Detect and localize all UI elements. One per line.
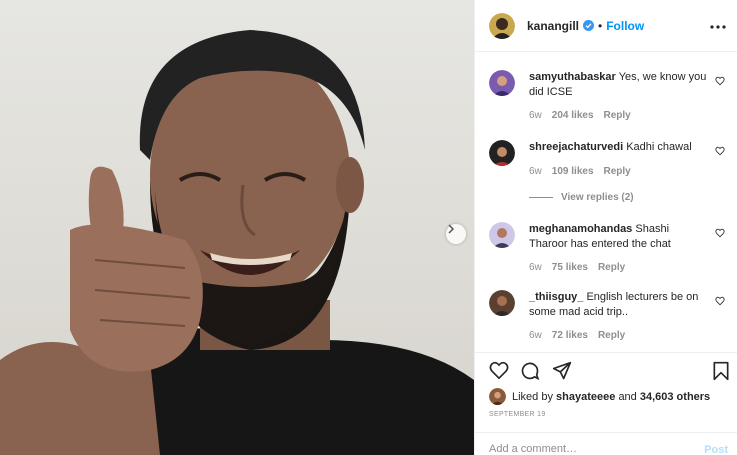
post-details-panel: kanangill • Follow samyuthabaskar Yes, w… — [474, 0, 737, 455]
view-replies-label: View replies (2) — [561, 192, 634, 203]
post-actions-bar — [475, 352, 737, 388]
comment-likes[interactable]: 72 likes — [552, 330, 588, 341]
comment-username[interactable]: shreejachaturvedi — [529, 141, 623, 153]
reply-button[interactable]: Reply — [598, 330, 625, 341]
commenter-avatar[interactable] — [489, 140, 515, 166]
comments-list: samyuthabaskar Yes, we know you did ICSE… — [475, 52, 737, 352]
replies-divider — [529, 197, 553, 198]
author-avatar[interactable] — [489, 12, 515, 39]
post-comment-button[interactable]: Post — [704, 444, 728, 455]
comment-icon[interactable] — [520, 361, 540, 386]
like-comment-heart-icon[interactable] — [715, 73, 725, 91]
follow-button[interactable]: Follow — [606, 19, 644, 33]
comment-text: samyuthabaskar Yes, we know you did ICSE — [529, 70, 709, 100]
commenter-avatar[interactable] — [489, 222, 515, 248]
commenter-avatar[interactable] — [489, 290, 515, 316]
post-header: kanangill • Follow — [475, 0, 737, 52]
comment-text: meghanamohandas Shashi Tharoor has enter… — [529, 222, 709, 252]
like-comment-heart-icon[interactable] — [715, 293, 725, 311]
add-comment-bar: Post — [475, 432, 737, 455]
next-photo-button[interactable] — [446, 224, 466, 244]
reply-button[interactable]: Reply — [604, 166, 631, 177]
comment-time[interactable]: 6w — [529, 110, 542, 121]
post-image — [0, 30, 474, 455]
bookmark-icon[interactable] — [712, 361, 730, 386]
comment-time[interactable]: 6w — [529, 166, 542, 177]
chevron-right-icon — [448, 224, 455, 234]
comment-meta: 6w 204 likes Reply — [529, 110, 641, 121]
heart-icon[interactable] — [489, 361, 509, 384]
author-username[interactable]: kanangill — [527, 19, 579, 33]
commenter-avatar[interactable] — [489, 70, 515, 96]
comment-text: _thiisguy_ English lecturers be on some … — [529, 290, 709, 320]
reply-button[interactable]: Reply — [604, 110, 631, 121]
comment-meta: 6w 109 likes Reply — [529, 166, 641, 177]
view-replies-button[interactable]: View replies (2) — [529, 192, 634, 203]
like-comment-heart-icon[interactable] — [715, 143, 725, 161]
liked-by-user[interactable]: shayateeee — [556, 391, 615, 403]
liked-by-others[interactable]: 34,603 others — [640, 391, 710, 403]
liked-by-prefix: Liked by — [512, 390, 553, 403]
like-comment-heart-icon[interactable] — [715, 225, 725, 243]
share-icon[interactable] — [552, 361, 572, 386]
comment-likes[interactable]: 75 likes — [552, 262, 588, 273]
comment-likes[interactable]: 109 likes — [552, 166, 594, 177]
likes-summary: Liked by shayateeee and 34,603 others — [489, 388, 710, 405]
comment-time[interactable]: 6w — [529, 330, 542, 341]
comment-meta: 6w 72 likes Reply — [529, 330, 635, 341]
comment-text: shreejachaturvedi Kadhi chawal — [529, 140, 709, 155]
comment-likes[interactable]: 204 likes — [552, 110, 594, 121]
comment-input[interactable] — [489, 443, 689, 455]
post-photo — [0, 0, 474, 455]
comment-body: Kadhi chawal — [626, 141, 692, 153]
comment-time[interactable]: 6w — [529, 262, 542, 273]
comment-username[interactable]: samyuthabaskar — [529, 71, 616, 83]
post-date[interactable]: SEPTEMBER 19 — [489, 411, 546, 418]
liked-by-and: and — [618, 390, 637, 403]
separator-dot: • — [598, 18, 603, 33]
reply-button[interactable]: Reply — [598, 262, 625, 273]
comment-username[interactable]: _thiisguy_ — [529, 291, 583, 303]
verified-badge-icon — [583, 20, 595, 31]
liker-avatar[interactable] — [489, 388, 506, 405]
comment-meta: 6w 75 likes Reply — [529, 262, 635, 273]
comment-username[interactable]: meghanamohandas — [529, 223, 632, 235]
more-options-icon[interactable] — [710, 16, 726, 34]
